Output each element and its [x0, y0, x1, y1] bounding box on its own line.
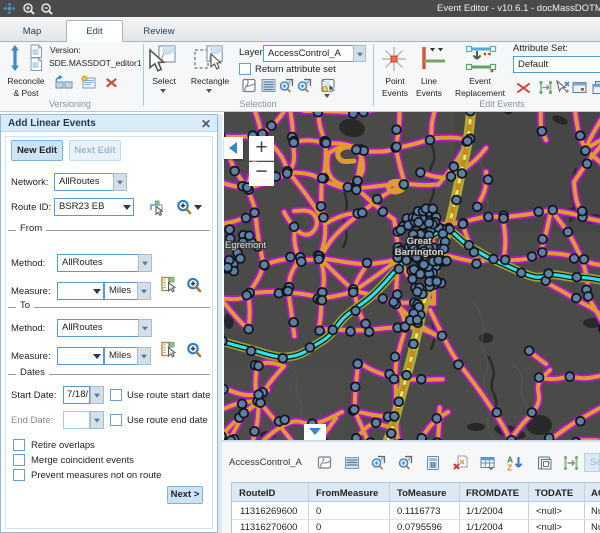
svg-text:Barrington: Barrington: [395, 247, 444, 258]
svg-text:Great: Great: [407, 236, 433, 247]
svg-text:Egremont: Egremont: [225, 240, 267, 251]
svg-text:Z: Z: [507, 463, 512, 472]
